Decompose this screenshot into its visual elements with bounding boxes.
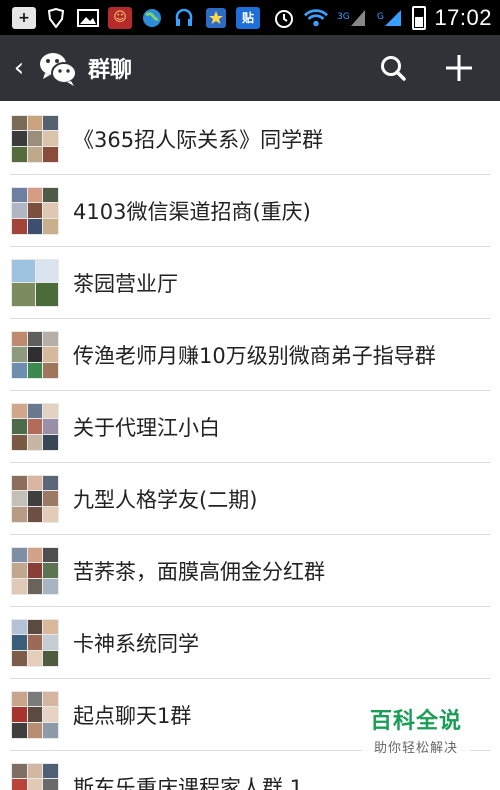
group-avatar xyxy=(11,474,59,523)
network-3g-label: 3G xyxy=(337,12,350,22)
group-list: 《365招人际关系》同学群 4103微信渠道招商(重庆) 茶园营业厅 传渔老师月… xyxy=(0,103,500,790)
group-avatar xyxy=(11,546,59,595)
star-icon xyxy=(204,7,228,29)
group-avatar xyxy=(11,330,59,379)
list-item[interactable]: 九型人格学友(二期) xyxy=(10,463,490,535)
group-name: 起点聊天1群 xyxy=(73,703,192,728)
3g-signal-icon: 3G xyxy=(336,7,366,29)
wechat-logo xyxy=(36,46,80,90)
status-time: 17:02 xyxy=(434,4,492,30)
plus-icon xyxy=(446,55,472,81)
headset-icon xyxy=(172,7,196,29)
group-name: 茶园营业厅 xyxy=(73,271,178,296)
search-icon xyxy=(381,56,406,81)
add-button[interactable] xyxy=(444,53,474,83)
tieba-icon: 贴 xyxy=(236,6,260,29)
group-name: 传渔老师月赚10万级别微商弟子指导群 xyxy=(73,343,436,368)
lucky-cat-icon: ☺ xyxy=(108,6,132,29)
group-avatar xyxy=(11,258,59,307)
signal-icon: G xyxy=(374,7,404,29)
list-item[interactable]: 4103微信渠道招商(重庆) xyxy=(10,175,490,247)
wifi-icon xyxy=(304,7,329,29)
group-name: 苦荞茶，面膜高佣金分红群 xyxy=(73,559,325,584)
network-g-label: G xyxy=(376,12,384,22)
list-item[interactable]: 关于代理江小白 xyxy=(10,391,490,463)
watermark-logo: 百科全说 助你轻松解决 xyxy=(361,699,470,760)
battery-icon xyxy=(412,5,427,30)
group-avatar xyxy=(11,618,59,667)
group-avatar xyxy=(11,402,59,451)
watermark-subtitle: 助你轻松解决 xyxy=(373,741,458,756)
back-button[interactable]: ‹ xyxy=(10,55,28,81)
list-item[interactable]: 卡神系统同学 xyxy=(10,607,490,679)
group-name: 九型人格学友(二期) xyxy=(73,487,258,512)
group-name: 《365招人际关系》同学群 xyxy=(73,127,324,152)
status-bar: + ☺ 贴 3G G 17:02 xyxy=(0,0,500,35)
search-button[interactable] xyxy=(378,53,408,83)
group-name: 卡神系统同学 xyxy=(73,631,199,656)
globe-icon xyxy=(140,7,164,29)
page-title: 群聊 xyxy=(88,58,133,83)
group-name: 4103微信渠道招商(重庆) xyxy=(73,199,311,224)
list-item[interactable]: 传渔老师月赚10万级别微商弟子指导群 xyxy=(10,319,490,391)
group-avatar xyxy=(11,186,59,235)
group-avatar xyxy=(11,762,59,790)
app-bar: ‹ 群聊 xyxy=(0,35,500,101)
plus-box-icon: + xyxy=(12,6,36,29)
shield-icon xyxy=(44,7,68,29)
list-item[interactable]: 茶园营业厅 xyxy=(10,247,490,319)
image-icon xyxy=(76,7,100,29)
chevron-left-icon: ‹ xyxy=(13,53,25,83)
alarm-icon xyxy=(272,7,296,29)
group-avatar xyxy=(11,114,59,163)
list-item[interactable]: 《365招人际关系》同学群 xyxy=(10,103,490,175)
group-name: 斯东乐重庆课程家人群 1 xyxy=(73,775,304,790)
watermark-title: 百科全说 xyxy=(369,709,462,734)
group-avatar xyxy=(11,690,59,739)
list-item[interactable]: 苦荞茶，面膜高佣金分红群 xyxy=(10,535,490,607)
group-name: 关于代理江小白 xyxy=(73,415,220,440)
